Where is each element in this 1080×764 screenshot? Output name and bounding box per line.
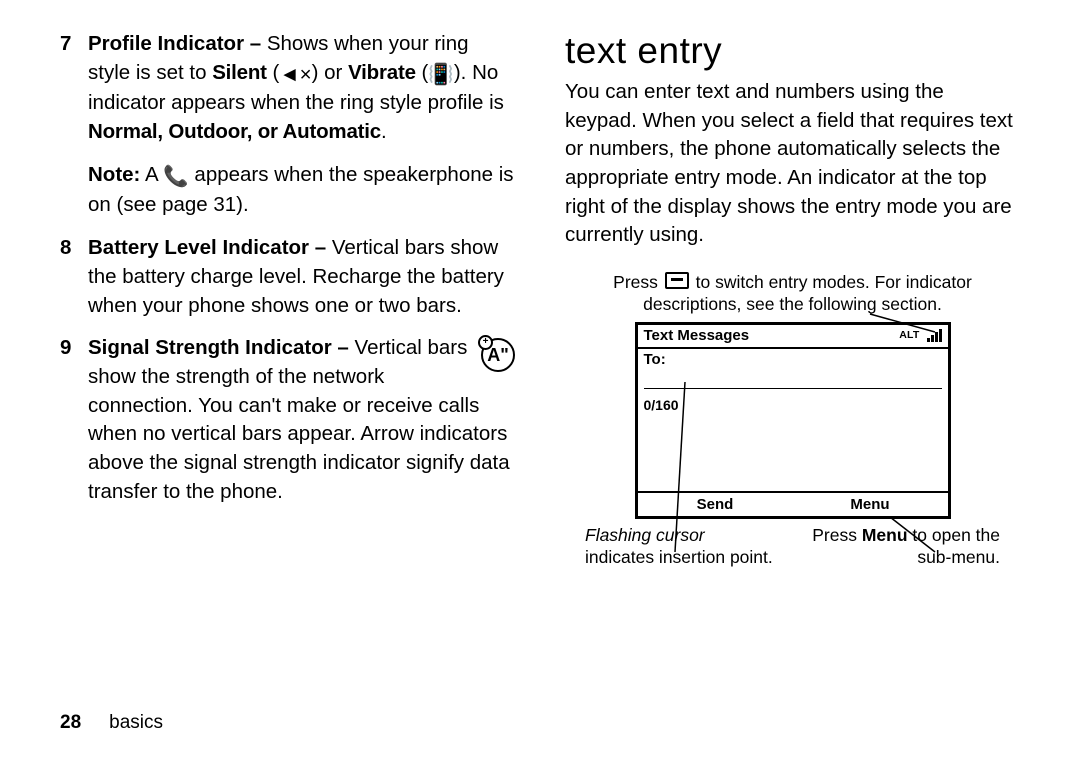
item-title: Battery Level Indicator –: [88, 236, 326, 259]
to-label: To:: [644, 351, 942, 368]
figure-top-caption: Press to switch entry modes. For indicat…: [585, 272, 1000, 316]
alt-indicator: ALT: [899, 329, 919, 341]
page-number: 28: [60, 712, 81, 733]
figure: Press to switch entry modes. For indicat…: [565, 272, 1020, 569]
silent-icon: ◄×: [279, 61, 311, 90]
item-number: 9: [60, 334, 88, 506]
list-item-9: 9 A" + Signal Strength Indicator – Verti…: [60, 334, 515, 506]
list-item-7: 7 Profile Indicator – Shows when your ri…: [60, 30, 515, 220]
item-body: Profile Indicator – Shows when your ring…: [88, 30, 515, 220]
screen-title: Text Messages: [644, 327, 900, 344]
softkey-menu: Menu: [793, 493, 948, 516]
signal-icon: [926, 329, 942, 342]
list-item-8: 8 Battery Level Indicator – Vertical bar…: [60, 234, 515, 320]
section-label: basics: [109, 712, 163, 733]
item-title: Signal Strength Indicator –: [88, 336, 349, 359]
note-label: Note:: [88, 163, 140, 186]
vibrate-icon: 📳: [428, 61, 454, 90]
item-body: A" + Signal Strength Indicator – Vertica…: [88, 334, 515, 506]
item-title: Profile Indicator –: [88, 32, 261, 55]
item-number: 8: [60, 234, 88, 320]
to-field: [644, 372, 942, 389]
char-counter: 0/160: [644, 397, 942, 413]
figure-bottom-left-caption: Flashing cursor indicates insertion poin…: [585, 525, 793, 569]
signal-strength-badge-icon: A" +: [481, 338, 515, 372]
item-body: Battery Level Indicator – Vertical bars …: [88, 234, 515, 320]
item-number: 7: [60, 30, 88, 220]
page-footer: 28 basics: [60, 712, 163, 734]
speakerphone-icon: 📞: [163, 163, 189, 192]
figure-bottom-right-caption: Press Menu to open the sub-menu.: [793, 525, 1001, 569]
menu-key-icon: [665, 272, 689, 289]
softkey-send: Send: [638, 493, 793, 516]
intro-paragraph: You can enter text and numbers using the…: [565, 78, 1020, 250]
section-heading: text entry: [565, 30, 1020, 72]
phone-screen-illustration: Text Messages ALT To: 0/160 Send Menu: [635, 322, 951, 519]
